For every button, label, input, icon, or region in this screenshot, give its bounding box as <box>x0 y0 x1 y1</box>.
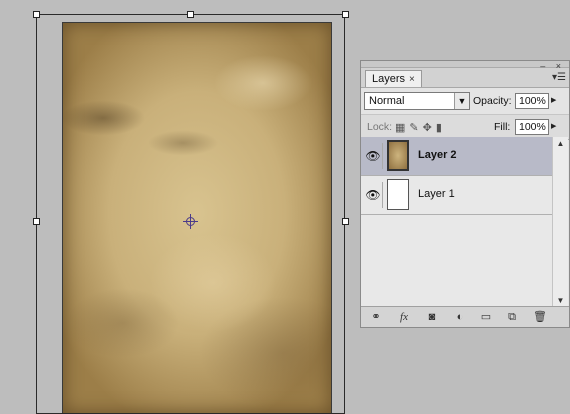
transform-handle-middle-right[interactable] <box>342 218 349 225</box>
adjustment-layer-icon[interactable]: ◐ <box>453 310 467 324</box>
layer-row-layer-2[interactable]: 👁 Layer 2 <box>361 137 553 176</box>
link-layers-icon[interactable]: ⚭ <box>369 310 383 324</box>
layer-row-layer-1[interactable]: 👁 Layer 1 <box>361 176 553 215</box>
reference-point-icon[interactable] <box>183 214 198 229</box>
scroll-up-icon[interactable]: ▲ <box>553 137 568 151</box>
tab-layers[interactable]: Layers × <box>365 70 422 87</box>
panel-title-bar[interactable]: – × <box>361 61 569 71</box>
opacity-field[interactable]: 100% <box>515 93 549 109</box>
add-mask-icon[interactable]: ◙ <box>425 310 439 324</box>
layer-name: Layer 2 <box>418 149 457 161</box>
opacity-label: Opacity: <box>473 95 512 107</box>
lock-label: Lock: <box>367 121 393 133</box>
transform-handle-middle-left[interactable] <box>33 218 40 225</box>
layer-style-icon[interactable]: fx <box>397 310 411 324</box>
panel-menu-icon[interactable]: ▾☰ <box>552 72 566 83</box>
layers-scrollbar[interactable]: ▲ ▼ <box>552 137 568 308</box>
layer-thumbnail <box>387 140 409 171</box>
new-layer-icon[interactable]: ⧉ <box>505 310 519 324</box>
transform-handle-top-left[interactable] <box>33 11 40 18</box>
blend-mode-value: Normal <box>369 95 405 107</box>
layer-thumbnail <box>387 179 409 210</box>
fill-label: Fill: <box>494 121 511 133</box>
document-canvas[interactable] <box>0 0 358 414</box>
new-group-icon[interactable]: ▭ <box>479 310 493 324</box>
layer-name: Layer 1 <box>418 188 455 200</box>
tab-layers-label: Layers <box>372 73 406 85</box>
eye-icon[interactable]: 👁 <box>364 143 383 169</box>
opacity-arrow-icon[interactable]: ▶ <box>551 93 559 109</box>
transform-handle-top-right[interactable] <box>342 11 349 18</box>
blend-opacity-row: Normal ▼ Opacity: 100% ▶ <box>361 88 569 115</box>
layers-list: 👁 Layer 2 👁 Layer 1 <box>361 137 553 308</box>
eye-icon[interactable]: 👁 <box>364 182 383 208</box>
transform-handle-top-center[interactable] <box>187 11 194 18</box>
close-icon[interactable]: × <box>409 74 415 85</box>
layers-panel: – × Layers × ▾☰ Normal ▼ Opacity: 100% ▶ … <box>360 60 570 328</box>
fill-arrow-icon[interactable]: ▶ <box>551 119 559 135</box>
blend-mode-select[interactable]: Normal ▼ <box>364 92 470 110</box>
panel-tab-row: Layers × ▾☰ <box>361 68 569 88</box>
lock-icons[interactable]: ▦✎✥▮ <box>395 121 446 134</box>
chevron-down-icon[interactable]: ▼ <box>454 93 469 109</box>
fill-field[interactable]: 100% <box>515 119 549 135</box>
panel-footer-toolbar: ⚭ fx ◙ ◐ ▭ ⧉ 🗑 <box>361 306 569 327</box>
delete-layer-icon[interactable]: 🗑 <box>533 310 547 324</box>
